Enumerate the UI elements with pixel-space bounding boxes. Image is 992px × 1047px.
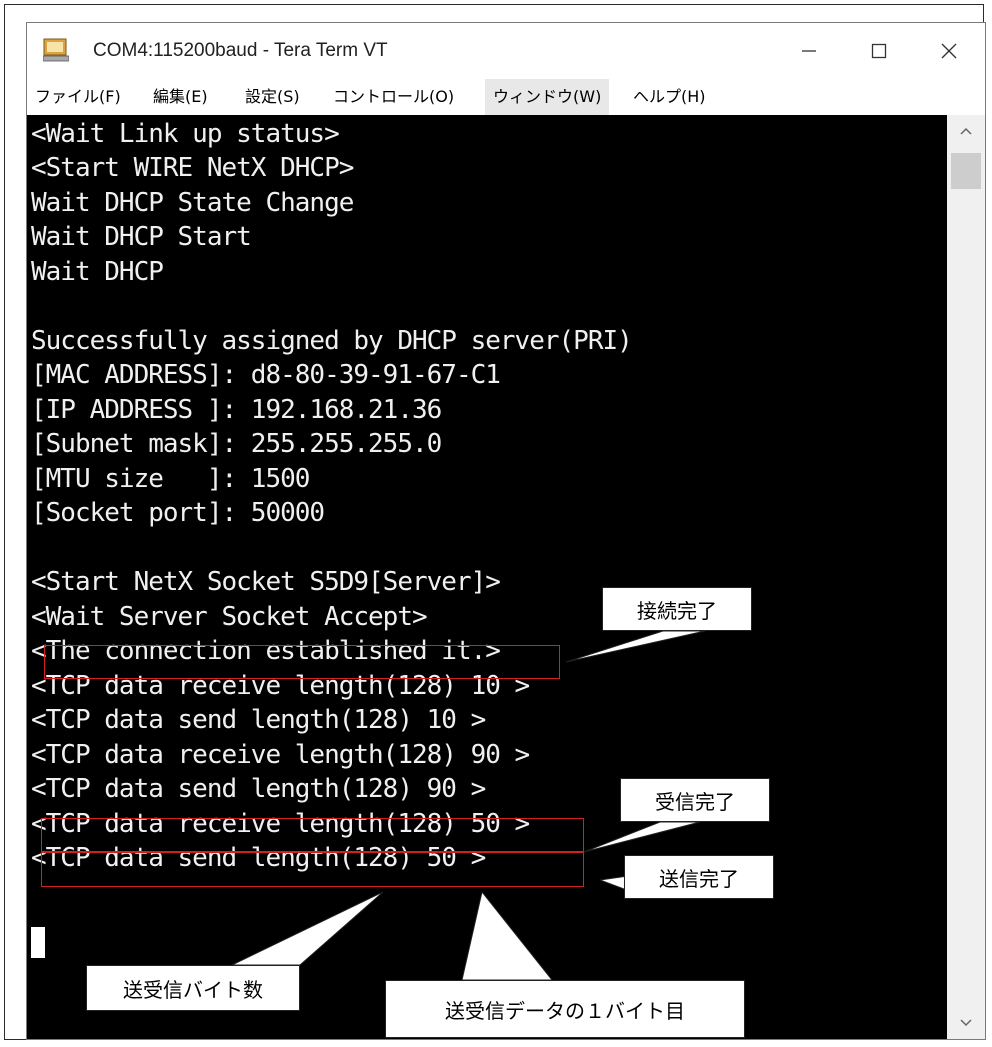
menu-edit[interactable]: 編集(E) — [145, 79, 216, 115]
terminal-line: [Subnet mask]: 255.255.255.0 — [31, 429, 442, 459]
terminal-line: [MAC ADDRESS]: d8-80-39-91-67-C1 — [31, 360, 501, 390]
maximize-button[interactable] — [844, 23, 914, 79]
terminal-line: Wait DHCP State Change — [31, 188, 354, 218]
terminal-line: <TCP data send length(128) 10 > — [31, 705, 486, 735]
teraterm-icon — [43, 38, 69, 62]
terminal-line: [Socket port]: 50000 — [31, 498, 325, 528]
terminal-line: <Start WIRE NetX DHCP> — [31, 153, 354, 183]
close-icon — [941, 43, 957, 59]
terminal-line: <Start NetX Socket S5D9[Server]> — [31, 567, 501, 597]
callout-connection-complete: 接続完了 — [602, 587, 752, 631]
terminal-cursor — [31, 927, 45, 958]
menu-window[interactable]: ウィンドウ(W) — [485, 79, 610, 115]
menu-bar: ファイル(F) 編集(E) 設定(S) コントロール(O) ウィンドウ(W) ヘ… — [27, 79, 985, 115]
terminal-line: <Wait Link up status> — [31, 119, 340, 149]
callout-receive-complete: 受信完了 — [620, 778, 770, 822]
terminal-line: [IP ADDRESS ]: 192.168.21.36 — [31, 395, 442, 425]
terminal-line: <Wait Server Socket Accept> — [31, 602, 428, 632]
chevron-down-icon[interactable] — [958, 1017, 974, 1029]
terminal-line: Wait DHCP — [31, 257, 164, 287]
menu-file[interactable]: ファイル(F) — [27, 79, 129, 115]
terminal-line: [MTU size ]: 1500 — [31, 464, 310, 494]
close-button[interactable] — [914, 23, 984, 79]
terminal-line: <TCP data send length(128) 90 > — [31, 774, 486, 804]
maximize-icon — [871, 43, 887, 59]
teraterm-window: COM4:115200baud - Tera Term VT ファイル(F) 編… — [26, 22, 986, 1040]
highlight-connection-line — [44, 645, 560, 679]
highlight-receive-line — [41, 818, 584, 852]
vertical-scrollbar[interactable] — [947, 115, 985, 1039]
chevron-up-icon[interactable] — [958, 125, 974, 137]
terminal-screen[interactable]: <Wait Link up status> <Start WIRE NetX D… — [27, 115, 947, 1039]
scroll-thumb[interactable] — [951, 153, 981, 189]
menu-help[interactable]: ヘルプ(H) — [625, 79, 714, 115]
terminal-line: Wait DHCP Start — [31, 222, 252, 252]
menu-control[interactable]: コントロール(O) — [325, 79, 462, 115]
minimize-button[interactable] — [774, 23, 844, 79]
terminal-line: Successfully assigned by DHCP server(PRI… — [31, 326, 633, 356]
title-bar[interactable]: COM4:115200baud - Tera Term VT — [27, 23, 985, 79]
terminal-line: <TCP data receive length(128) 90 > — [31, 740, 530, 770]
menu-settings[interactable]: 設定(S) — [237, 79, 308, 115]
callout-first-byte: 送受信データの１バイト目 — [385, 980, 745, 1038]
window-title: COM4:115200baud - Tera Term VT — [93, 40, 388, 61]
highlight-send-line — [41, 852, 584, 887]
callout-send-complete: 送信完了 — [624, 855, 774, 899]
minimize-icon — [802, 50, 816, 52]
callout-byte-count: 送受信バイト数 — [86, 965, 300, 1011]
